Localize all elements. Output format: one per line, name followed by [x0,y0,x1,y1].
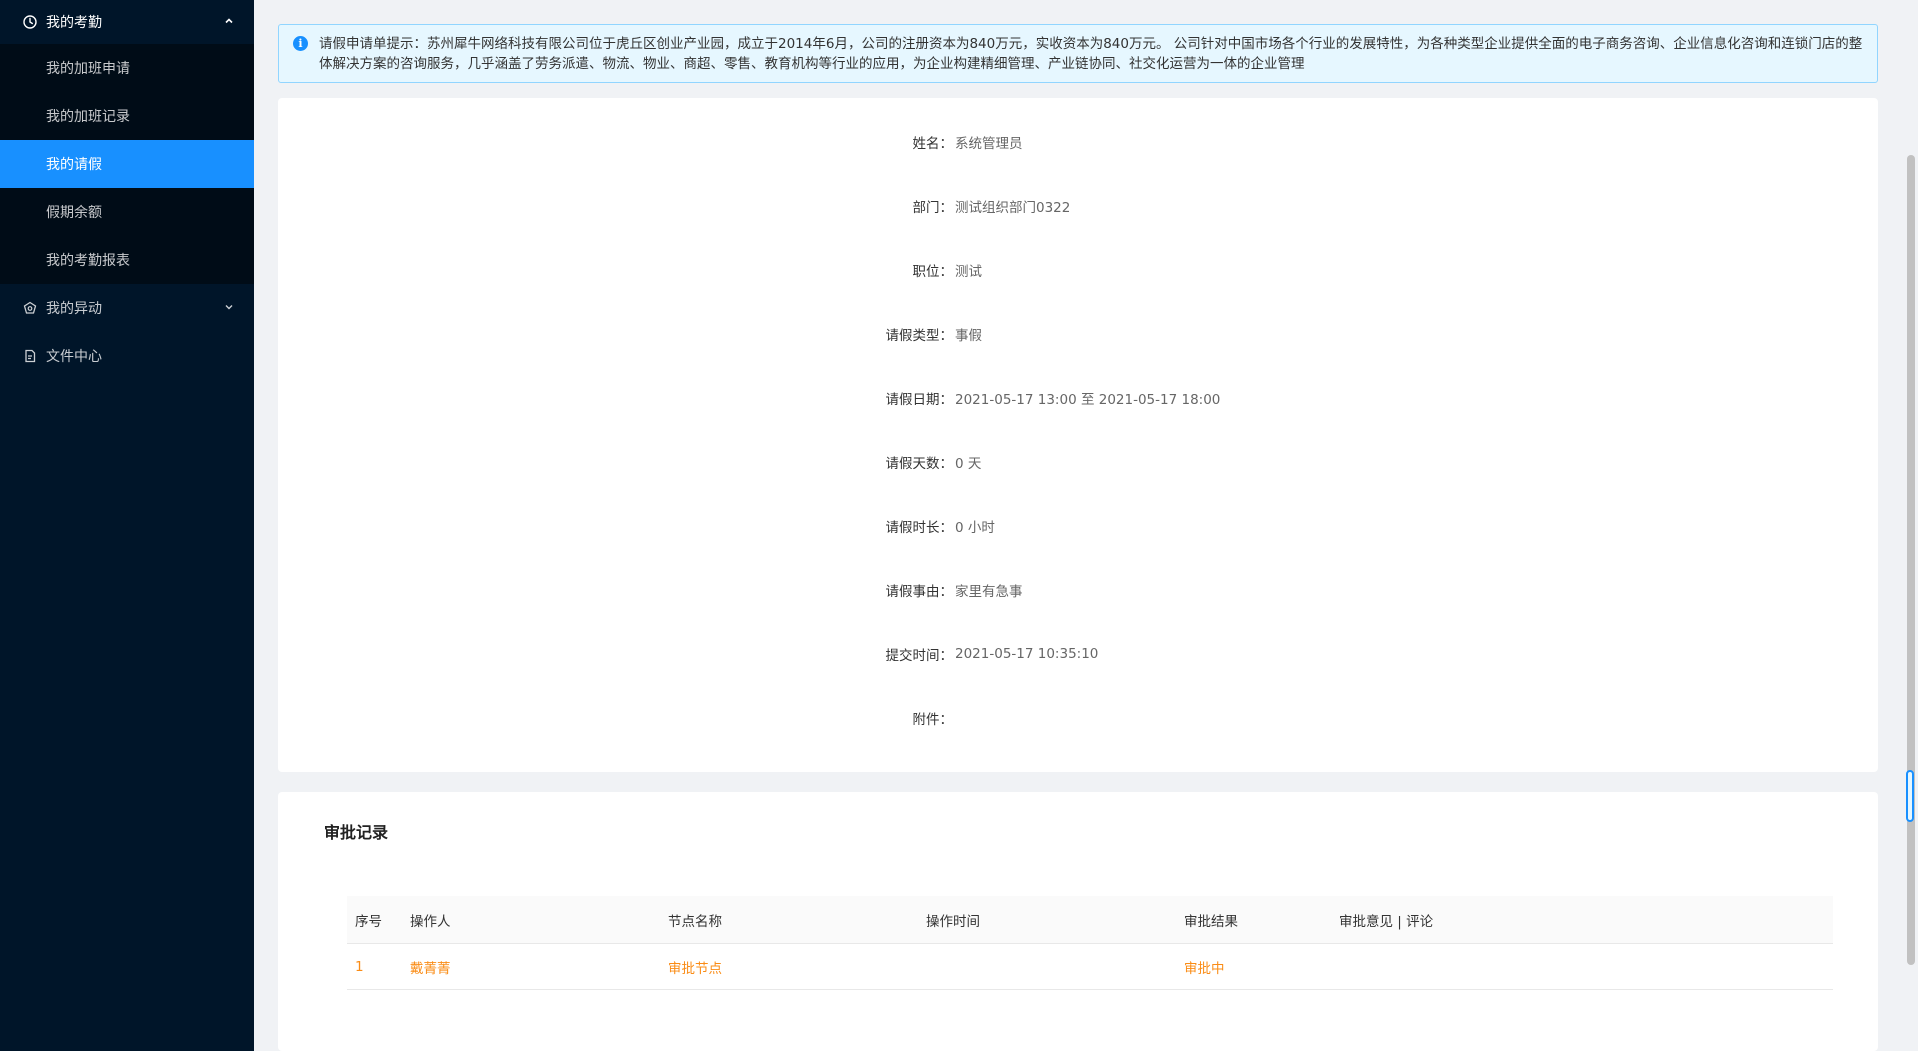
sidebar: 我的考勤 我的加班申请 我的加班记录 我的请假 假期余额 我的考勤报表 我的异动… [0,0,254,1051]
sidebar-item-label: 假期余额 [46,205,102,221]
column-header: 审批结果 [1184,913,1238,930]
sidebar-item-overtime-apply[interactable]: 我的加班申请 [0,44,254,92]
table-row: 1 戴菁菁 审批节点 审批中 [347,944,1833,990]
hexagon-icon [22,300,38,316]
sidebar-item-my-changes[interactable]: 我的异动 [0,284,254,332]
detail-value: 测试 [955,264,982,280]
detail-label: 附件： [912,712,954,728]
sidebar-item-overtime-records[interactable]: 我的加班记录 [0,92,254,140]
leave-detail-card: 姓名： 系统管理员 部门： 测试组织部门0322 职位： 测试 请假类型： 事假… [278,98,1878,772]
document-icon [22,348,38,364]
detail-row-leave-reason: 请假事由： 家里有急事 [278,579,1878,601]
column-header: 操作人 [410,913,451,930]
approval-title: 审批记录 [324,823,389,842]
detail-label: 请假事由： [885,584,954,600]
scrollbar-handle[interactable] [1906,770,1914,822]
detail-value: 0 天 [955,456,982,472]
detail-value: 2021-05-17 13:00 至 2021-05-17 18:00 [955,392,1221,408]
menu-group-label: 我的考勤 [46,15,102,31]
detail-row-position: 职位： 测试 [278,259,1878,281]
sidebar-item-my-leave[interactable]: 我的请假 [0,140,254,188]
table-header: 序号 操作人 节点名称 操作时间 审批结果 审批意见 | 评论 [347,896,1833,944]
detail-row-leave-date: 请假日期： 2021-05-17 13:00 至 2021-05-17 18:0… [278,387,1878,409]
column-header: 节点名称 [668,913,722,930]
detail-label: 请假日期： [885,392,954,408]
sidebar-item-file-center[interactable]: 文件中心 [0,332,254,380]
detail-label: 提交时间： [885,648,954,664]
cell-node: 审批节点 [668,960,722,977]
detail-row-leave-days: 请假天数： 0 天 [278,451,1878,473]
column-header: 操作时间 [926,913,980,930]
detail-row-name: 姓名： 系统管理员 [278,131,1878,153]
detail-label: 请假类型： [885,328,954,344]
detail-value: 事假 [955,328,982,344]
approval-records-card: 审批记录 序号 操作人 节点名称 操作时间 审批结果 审批意见 | 评论 1 戴… [278,792,1878,1051]
chevron-up-icon [224,15,234,29]
cell-result: 审批中 [1184,960,1225,977]
detail-row-leave-type: 请假类型： 事假 [278,323,1878,345]
detail-label: 职位： [912,264,954,280]
info-icon: i [293,36,308,51]
detail-row-leave-hours: 请假时长： 0 小时 [278,515,1878,537]
detail-value: 2021-05-17 10:35:10 [955,646,1099,662]
page-scrollbar[interactable] [1904,0,1918,1051]
scrollbar-thumb[interactable] [1907,155,1915,965]
sidebar-item-label: 文件中心 [46,349,102,365]
column-header: 审批意见 | 评论 [1339,913,1434,930]
detail-value: 0 小时 [955,520,995,536]
menu-group-my-attendance[interactable]: 我的考勤 [0,0,254,44]
detail-label: 请假时长： [885,520,954,536]
alert-text: 请假申请单提示：苏州犀牛网络科技有限公司位于虎丘区创业产业园，成立于2014年6… [319,36,1863,72]
sidebar-item-leave-balance[interactable]: 假期余额 [0,188,254,236]
cell-index: 1 [355,958,364,975]
main-content: i 请假申请单提示：苏州犀牛网络科技有限公司位于虎丘区创业产业园，成立于2014… [254,0,1904,1051]
sidebar-item-label: 我的异动 [46,301,102,317]
sidebar-item-label: 我的加班记录 [46,109,130,125]
cell-operator: 戴菁菁 [410,960,451,977]
clock-icon [22,14,38,30]
detail-label: 部门： [912,200,954,216]
column-header: 序号 [355,913,382,930]
detail-value: 家里有急事 [955,584,1023,600]
detail-value: 测试组织部门0322 [955,200,1071,216]
detail-label: 姓名： [912,136,954,152]
chevron-down-icon [224,302,234,315]
sidebar-item-label: 我的请假 [46,157,102,173]
info-alert: i 请假申请单提示：苏州犀牛网络科技有限公司位于虎丘区创业产业园，成立于2014… [278,24,1878,83]
approval-table: 序号 操作人 节点名称 操作时间 审批结果 审批意见 | 评论 1 戴菁菁 审批… [347,896,1833,990]
detail-row-department: 部门： 测试组织部门0322 [278,195,1878,217]
sidebar-item-attendance-report[interactable]: 我的考勤报表 [0,236,254,284]
detail-row-attachment: 附件： [278,707,1878,729]
detail-label: 请假天数： [885,456,954,472]
sidebar-item-label: 我的考勤报表 [46,253,130,269]
detail-row-submit-time: 提交时间： 2021-05-17 10:35:10 [278,643,1878,665]
sidebar-item-label: 我的加班申请 [46,61,130,77]
detail-value: 系统管理员 [955,136,1023,152]
submenu-my-attendance: 我的加班申请 我的加班记录 我的请假 假期余额 我的考勤报表 [0,44,254,284]
